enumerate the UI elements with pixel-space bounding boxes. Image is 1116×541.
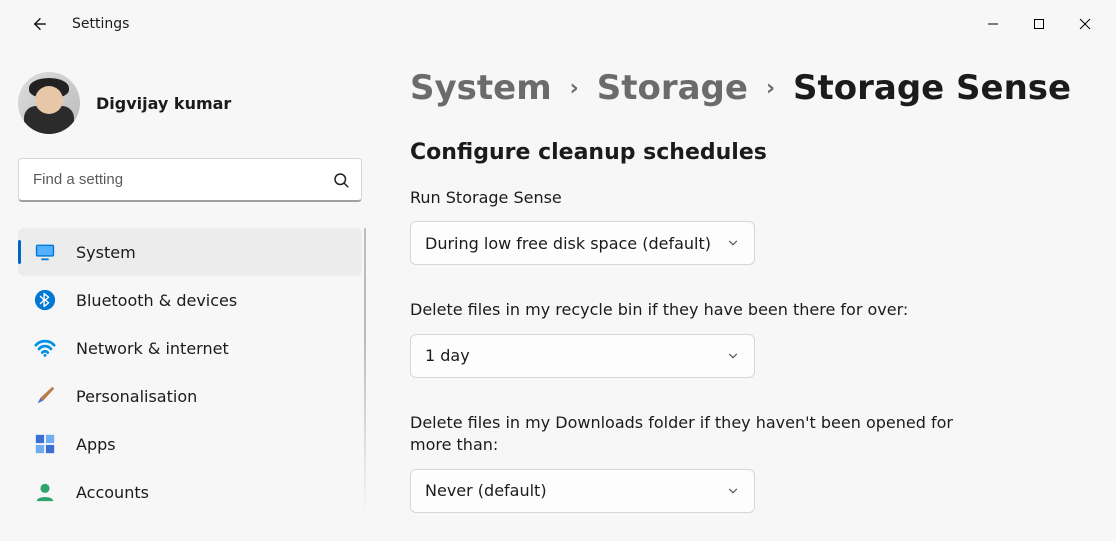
wifi-icon — [34, 337, 56, 359]
breadcrumb-system[interactable]: System — [410, 68, 552, 108]
sidebar-item-apps[interactable]: Apps — [18, 420, 362, 468]
brush-icon — [34, 385, 56, 407]
breadcrumb-storage[interactable]: Storage — [597, 68, 748, 108]
downloads-label: Delete files in my Downloads folder if t… — [410, 412, 970, 457]
chevron-down-icon — [726, 484, 740, 498]
close-icon — [1079, 18, 1091, 30]
profile-name: Digvijay kumar — [96, 94, 231, 113]
arrow-left-icon — [31, 15, 49, 33]
monitor-icon — [34, 241, 56, 263]
apps-icon — [34, 433, 56, 455]
profile-block[interactable]: Digvijay kumar — [18, 60, 362, 158]
avatar — [18, 72, 80, 134]
sidebar-item-bluetooth[interactable]: Bluetooth & devices — [18, 276, 362, 324]
chevron-right-icon: › — [570, 76, 579, 101]
minimize-button[interactable] — [970, 8, 1016, 40]
minimize-icon — [987, 18, 999, 30]
downloads-select[interactable]: Never (default) — [410, 469, 755, 513]
recycle-label: Delete files in my recycle bin if they h… — [410, 299, 970, 321]
maximize-button[interactable] — [1016, 8, 1062, 40]
chevron-down-icon — [726, 349, 740, 363]
close-button[interactable] — [1062, 8, 1108, 40]
sidebar-item-system[interactable]: System — [18, 228, 362, 276]
section-title: Configure cleanup schedules — [410, 140, 1076, 165]
search-input[interactable] — [18, 158, 362, 202]
run-label: Run Storage Sense — [410, 187, 970, 209]
sidebar-item-label: Personalisation — [76, 387, 197, 406]
bluetooth-icon — [34, 289, 56, 311]
sidebar-item-network[interactable]: Network & internet — [18, 324, 362, 372]
search-wrapper — [18, 158, 362, 202]
sidebar-item-label: Network & internet — [76, 339, 229, 358]
sidebar-nav: System Bluetooth & devices Network & int… — [18, 228, 362, 516]
sidebar-item-personalisation[interactable]: Personalisation — [18, 372, 362, 420]
back-button[interactable] — [20, 4, 60, 44]
downloads-select-value: Never (default) — [425, 481, 547, 500]
breadcrumb-current: Storage Sense — [793, 68, 1071, 108]
recycle-select-value: 1 day — [425, 346, 470, 365]
sidebar-item-label: System — [76, 243, 136, 262]
app-title: Settings — [72, 16, 129, 32]
run-select-value: During low free disk space (default) — [425, 234, 711, 253]
person-icon — [34, 481, 56, 503]
run-select[interactable]: During low free disk space (default) — [410, 221, 755, 265]
sidebar-item-accounts[interactable]: Accounts — [18, 468, 362, 516]
sidebar-item-label: Apps — [76, 435, 116, 454]
search-icon — [332, 171, 350, 189]
chevron-right-icon: › — [766, 76, 775, 101]
chevron-down-icon — [726, 236, 740, 250]
maximize-icon — [1033, 18, 1045, 30]
sidebar-item-label: Accounts — [76, 483, 149, 502]
recycle-select[interactable]: 1 day — [410, 334, 755, 378]
sidebar-item-label: Bluetooth & devices — [76, 291, 237, 310]
breadcrumb: System › Storage › Storage Sense — [410, 68, 1076, 108]
